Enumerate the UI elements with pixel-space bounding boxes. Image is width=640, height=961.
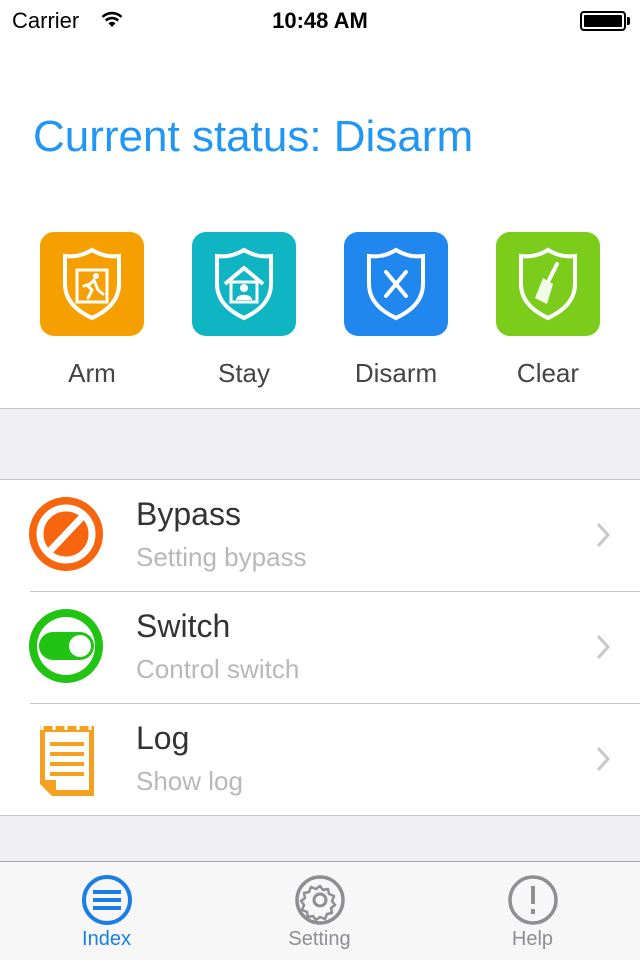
battery-tip [627, 17, 630, 25]
bypass-subtitle: Setting bypass [136, 542, 307, 572]
switch-subtitle: Control switch [136, 654, 300, 684]
notepad-icon [28, 720, 108, 800]
battery-full-icon [580, 11, 626, 31]
toggle-icon [28, 608, 108, 688]
stay-label: Stay [217, 358, 271, 388]
menu-item-switch[interactable]: Switch Control switch [0, 592, 640, 704]
shield-broom-icon [496, 232, 600, 336]
prohibited-icon [28, 496, 108, 576]
stay-button[interactable]: Stay [168, 232, 320, 389]
status-bar: Carrier 10:48 AM [0, 0, 640, 40]
menu-list: Bypass Setting bypass Switch Control swi… [0, 480, 640, 816]
shield-home-icon [192, 232, 296, 336]
chevron-right-icon [596, 634, 611, 665]
tab-help-label: Help [511, 928, 554, 950]
arm-button[interactable]: Arm [16, 232, 168, 389]
chevron-right-icon [596, 746, 611, 777]
disarm-label: Disarm [354, 358, 438, 388]
clear-button[interactable]: Clear [472, 232, 624, 389]
tab-index-label: Index [82, 928, 131, 950]
shield-exit-icon [40, 232, 144, 336]
tab-help[interactable]: Help [426, 862, 639, 961]
clock: 10:48 AM [272, 8, 368, 33]
bottom-spacer [0, 816, 640, 862]
shield-x-icon [344, 232, 448, 336]
tab-setting[interactable]: Setting [213, 862, 426, 961]
exclamation-circle-icon [507, 875, 558, 925]
bypass-title: Bypass [136, 496, 241, 532]
tab-index[interactable]: Index [0, 862, 213, 961]
log-title: Log [136, 720, 190, 756]
current-status-title: Current status: Disarm [33, 112, 474, 161]
switch-title: Switch [136, 608, 231, 644]
menu-item-bypass[interactable]: Bypass Setting bypass [0, 480, 640, 592]
log-subtitle: Show log [136, 766, 243, 796]
action-tiles: Arm Stay Disarm Clear [0, 232, 640, 408]
arm-label: Arm [68, 358, 116, 388]
tab-bar: Index Setting Help [0, 861, 640, 960]
menu-item-log[interactable]: Log Show log [0, 704, 640, 816]
gear-icon [294, 875, 345, 925]
tab-setting-label: Setting [288, 928, 351, 950]
section-divider [0, 408, 640, 480]
list-circle-icon [81, 875, 132, 925]
chevron-right-icon [596, 522, 611, 553]
disarm-button[interactable]: Disarm [320, 232, 472, 389]
clear-label: Clear [516, 358, 580, 388]
